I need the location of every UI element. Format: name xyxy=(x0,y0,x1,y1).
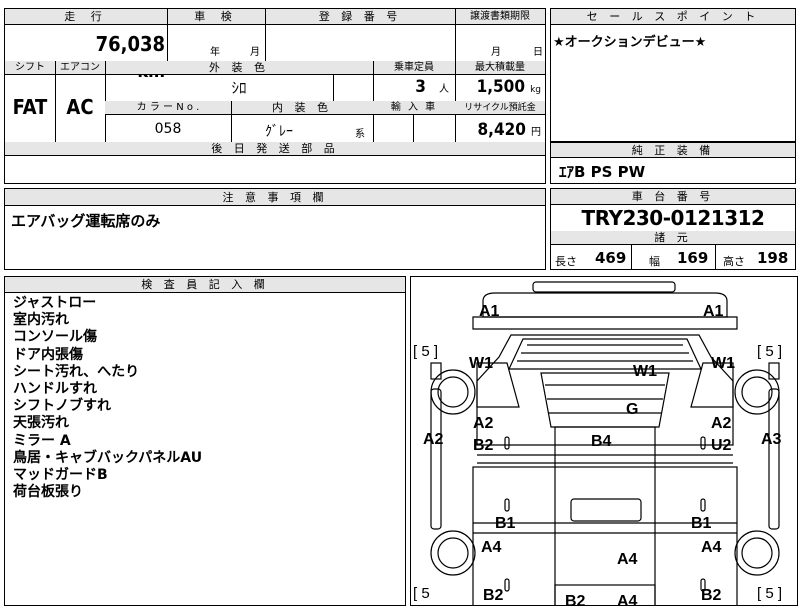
inspection-label: 車 検 xyxy=(194,10,238,23)
import-label: 輸 入 車 xyxy=(390,102,438,113)
caution-label: 注 意 事 項 欄 xyxy=(5,189,545,206)
sales-point-text: ★オークションデビュー★ xyxy=(553,35,707,50)
note-item: 荷台板張り xyxy=(13,484,83,501)
damage-mark: A1 xyxy=(479,303,500,320)
later-parts-label: 後 日 発 送 部 品 xyxy=(211,142,339,155)
note-item: コンソール傷 xyxy=(13,329,97,346)
max-load-unit: kg xyxy=(530,85,541,95)
damage-mark: B2 xyxy=(701,587,722,604)
caution-box: 注 意 事 項 欄 エアバッグ運転席のみ xyxy=(4,188,546,270)
damage-mark: B1 xyxy=(495,515,516,532)
interior-color-label: 内 装 色 xyxy=(272,101,332,114)
tire-tread-right-top: [ 5 ] xyxy=(757,343,783,360)
aircon-value: AC xyxy=(66,95,94,119)
tire-tread-left-bottom: [ 5 xyxy=(413,585,430,602)
note-item: マッドガードB xyxy=(13,467,108,484)
tire-tread-right-bottom: [ 5 ] xyxy=(757,585,783,602)
equipment-label: 純 正 装 備 xyxy=(551,143,795,158)
width-label: 幅 xyxy=(649,255,660,268)
damage-mark: A2 xyxy=(473,415,494,432)
width-value: 169 xyxy=(677,249,709,267)
equipment-value: ｴｱB PS PW xyxy=(559,163,646,181)
note-item: 鳥居・キャブバックパネルAU xyxy=(13,449,203,466)
mileage-label: 走 行 xyxy=(64,10,108,23)
damage-mark: W1 xyxy=(711,355,735,372)
damage-diagram: [ 5 ] [ 5 ] [ 5 [ 5 ] A1 A1 W1 W1 W1 G A… xyxy=(410,276,798,606)
note-item: 室内汚れ xyxy=(13,312,69,329)
damage-mark: U2 xyxy=(711,437,732,454)
sales-point-label: セ ー ル ス ポ イ ン ト xyxy=(551,9,795,25)
note-item: ジャストロー xyxy=(13,295,97,311)
max-load-value: 1,500 xyxy=(476,77,525,97)
registration-label: 登 録 番 号 xyxy=(318,10,402,23)
damage-mark: A2 xyxy=(711,415,732,432)
damage-mark: W1 xyxy=(633,363,657,380)
note-item: ドア内張傷 xyxy=(13,346,83,363)
chassis-box: 車 台 番 号 TRY230-0121312 諸 元 長さ 469 幅 169 … xyxy=(550,188,796,270)
height-label: 高さ xyxy=(723,255,745,268)
damage-mark: A4 xyxy=(481,539,502,556)
damage-mark: B4 xyxy=(591,433,612,450)
interior-color-suffix: 系 xyxy=(355,129,365,140)
recycle-label: リサイクル預託金 xyxy=(464,103,536,113)
inspector-label: 検 査 員 記 入 欄 xyxy=(5,277,405,293)
color-no-value: 058 xyxy=(154,121,182,137)
transfer-day-label: 日 xyxy=(533,47,543,58)
damage-mark: A4 xyxy=(617,551,638,568)
interior-color-value: ｸﾞﾚｰ xyxy=(265,124,293,140)
note-item: ミラー A xyxy=(13,432,71,449)
transfer-month-label: 月 xyxy=(491,47,501,58)
length-value: 469 xyxy=(595,249,627,267)
capacity-unit: 人 xyxy=(439,84,449,95)
inspection-month-label: 月 xyxy=(250,47,260,58)
note-item: 天張汚れ xyxy=(13,415,69,432)
shift-value: FAT xyxy=(12,95,48,119)
sales-point-box: セ ー ル ス ポ イ ン ト ★オークションデビュー★ xyxy=(550,8,796,142)
tire-tread-left-top: [ 5 ] xyxy=(413,343,439,360)
note-item: シフトノブすれ xyxy=(13,398,111,415)
damage-mark: G xyxy=(626,401,639,418)
note-item: ハンドルすれ xyxy=(13,381,97,398)
inspector-notes-list: ジャストロー 室内汚れ コンソール傷 ドア内張傷 シート汚れ、へたり ハンドルす… xyxy=(13,295,202,501)
damage-mark: A4 xyxy=(701,539,722,556)
recycle-value: 8,420 xyxy=(477,120,526,140)
mileage-number: 76,038 xyxy=(95,32,165,56)
vehicle-info-table: 走 行 車 検 登 録 番 号 譲渡書類期限 76,038 km 年 月 月 日… xyxy=(4,8,546,184)
length-label: 長さ xyxy=(555,255,577,268)
max-load-label: 最大積載量 xyxy=(475,62,525,73)
caution-text: エアバッグ運転席のみ xyxy=(11,212,161,230)
damage-mark: B2 xyxy=(473,437,494,454)
shift-label: シフト xyxy=(15,62,45,73)
exterior-color-value: ｼﾛ xyxy=(231,79,247,97)
aircon-label: エアコン xyxy=(60,62,100,73)
dimensions-label: 諸 元 xyxy=(654,231,692,244)
equipment-box: 純 正 装 備 ｴｱB PS PW xyxy=(550,142,796,184)
inspection-year-label: 年 xyxy=(210,47,220,58)
damage-mark: A1 xyxy=(703,303,724,320)
chassis-number: TRY230-0121312 xyxy=(581,206,765,230)
damage-mark: W1 xyxy=(469,355,493,372)
note-item: シート汚れ、へたり xyxy=(13,363,140,380)
capacity-label: 乗車定員 xyxy=(394,62,434,73)
damage-mark: A3 xyxy=(761,431,782,448)
exterior-color-label: 外 装 色 xyxy=(209,61,269,74)
color-no-label: カ ラ ー N o . xyxy=(136,102,200,113)
height-value: 198 xyxy=(757,249,789,267)
chassis-label: 車 台 番 号 xyxy=(551,189,795,205)
recycle-unit: 円 xyxy=(531,127,541,138)
damage-mark: A2 xyxy=(423,431,444,448)
mileage-value: 76,038 km xyxy=(65,31,165,82)
transfer-deadline-label: 譲渡書類期限 xyxy=(470,11,530,22)
damage-mark: B1 xyxy=(691,515,712,532)
damage-mark: B2 xyxy=(483,587,504,604)
inspector-notes-box: 検 査 員 記 入 欄 ジャストロー 室内汚れ コンソール傷 ドア内張傷 シート… xyxy=(4,276,406,606)
capacity-value: 3 xyxy=(415,77,426,97)
